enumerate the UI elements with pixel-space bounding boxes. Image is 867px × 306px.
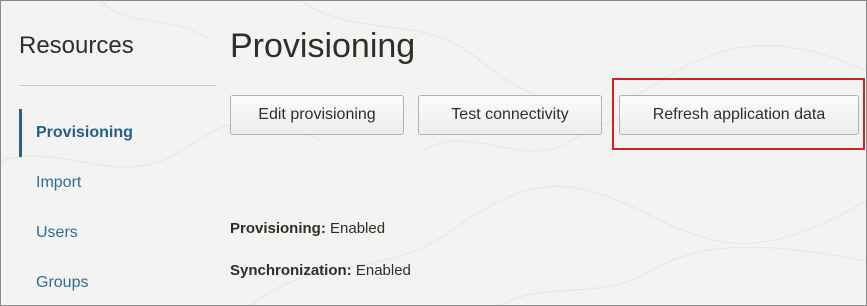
edit-provisioning-button[interactable]: Edit provisioning (230, 95, 404, 135)
sidebar-item-provisioning[interactable]: Provisioning (19, 109, 133, 157)
sidebar-item-import[interactable]: Import (19, 173, 81, 193)
synchronization-status-value: Enabled (355, 262, 411, 279)
synchronization-status-label: Synchronization: (230, 262, 352, 279)
synchronization-status: Synchronization: Enabled (230, 261, 411, 281)
sidebar-item-users[interactable]: Users (19, 223, 78, 243)
sidebar-divider (19, 85, 216, 86)
sidebar-title: Resources (19, 32, 134, 59)
page-title: Provisioning (230, 27, 416, 65)
sidebar-item-groups[interactable]: Groups (19, 273, 88, 293)
provisioning-status-value: Enabled (330, 220, 386, 237)
app-frame: Resources Provisioning Import Users Grou… (0, 0, 867, 306)
test-connectivity-button[interactable]: Test connectivity (418, 95, 602, 135)
provisioning-status-label: Provisioning: (230, 220, 326, 237)
refresh-application-data-button[interactable]: Refresh application data (619, 95, 859, 135)
provisioning-status: Provisioning: Enabled (230, 219, 385, 239)
sidebar: Resources Provisioning Import Users Grou… (1, 1, 216, 305)
